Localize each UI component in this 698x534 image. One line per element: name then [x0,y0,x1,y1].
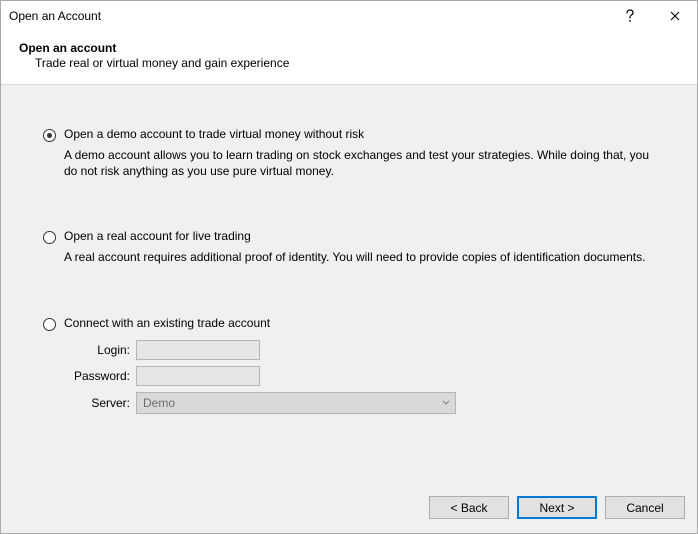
page-title: Open an account [19,41,679,55]
row-server: Server: Demo [64,392,669,414]
option-real-desc: A real account requires additional proof… [64,249,669,265]
option-demo[interactable]: Open a demo account to trade virtual mon… [43,127,669,179]
password-label: Password: [64,369,136,383]
wizard-footer: < Back Next > Cancel [1,486,697,533]
option-connect-body: Connect with an existing trade account L… [64,316,669,420]
page-subtitle: Trade real or virtual money and gain exp… [19,56,679,70]
radio-demo[interactable] [43,129,56,142]
option-connect[interactable]: Connect with an existing trade account L… [43,316,669,420]
password-input[interactable] [136,366,260,386]
option-demo-label: Open a demo account to trade virtual mon… [64,127,669,141]
option-demo-body: Open a demo account to trade virtual mon… [64,127,669,179]
help-button[interactable] [607,2,652,30]
back-button[interactable]: < Back [429,496,509,519]
row-password: Password: [64,366,669,386]
window-title: Open an Account [9,9,607,23]
server-select-value: Demo [137,396,437,410]
cancel-button[interactable]: Cancel [605,496,685,519]
server-select[interactable]: Demo [136,392,456,414]
row-login: Login: [64,340,669,360]
chevron-down-icon [437,400,455,406]
wizard-content: Open a demo account to trade virtual mon… [1,85,697,486]
close-icon [670,11,680,21]
help-icon [625,9,635,23]
option-real-body: Open a real account for live trading A r… [64,229,669,265]
close-button[interactable] [652,2,697,30]
server-label: Server: [64,396,136,410]
login-input[interactable] [136,340,260,360]
option-demo-desc: A demo account allows you to learn tradi… [64,147,669,179]
wizard-header: Open an account Trade real or virtual mo… [1,31,697,85]
titlebar: Open an Account [1,1,697,31]
radio-connect[interactable] [43,318,56,331]
option-real-label: Open a real account for live trading [64,229,669,243]
connect-form: Login: Password: Server: Demo [64,340,669,414]
login-label: Login: [64,343,136,357]
radio-real[interactable] [43,231,56,244]
next-button[interactable]: Next > [517,496,597,519]
option-real[interactable]: Open a real account for live trading A r… [43,229,669,265]
option-connect-label: Connect with an existing trade account [64,316,669,330]
